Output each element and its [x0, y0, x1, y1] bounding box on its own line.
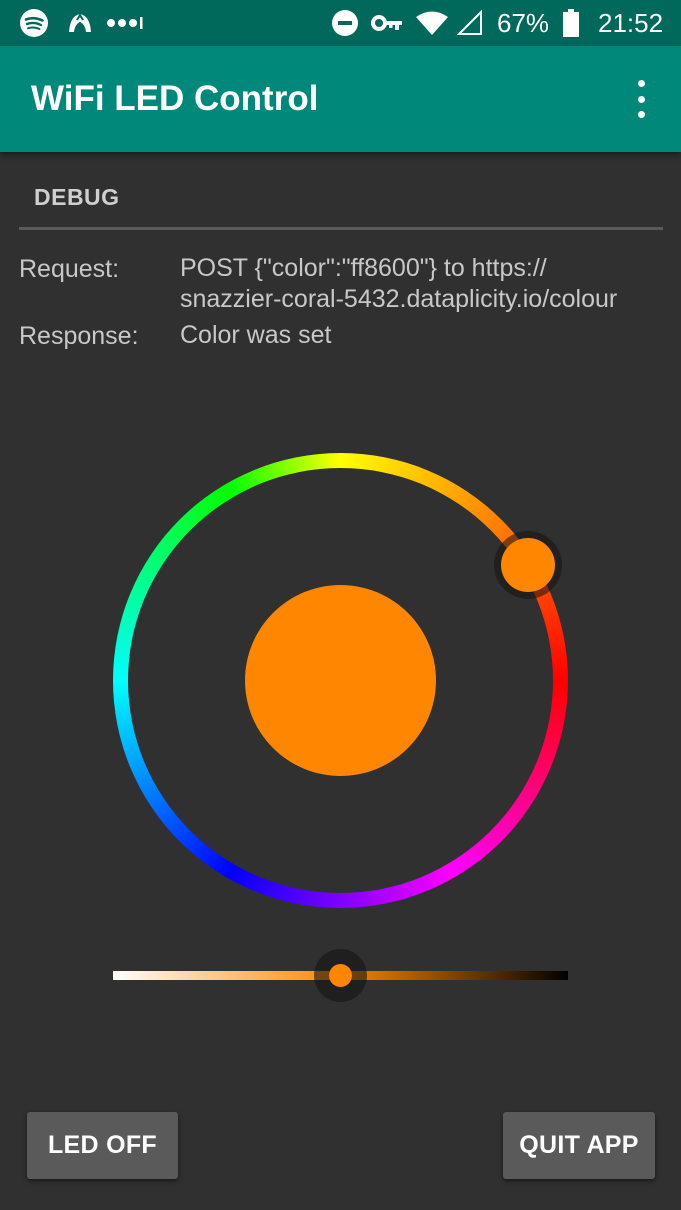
hue-knob[interactable]: [501, 538, 555, 592]
more-vert-icon[interactable]: [629, 80, 653, 118]
more-notifications-icon: [106, 0, 144, 46]
response-label: Response:: [19, 322, 139, 350]
clock: 21:52: [598, 8, 664, 38]
request-label: Request:: [19, 255, 120, 283]
led-off-button[interactable]: LED OFF: [27, 1112, 178, 1179]
cellular-signal-icon: [456, 0, 484, 46]
menu-dot: [637, 80, 645, 87]
debug-section-title: DEBUG: [34, 184, 120, 210]
brightness-slider-thumb[interactable]: [329, 964, 352, 987]
wifi-icon: [414, 0, 450, 46]
battery-icon: [561, 0, 581, 46]
menu-dot: [637, 95, 645, 103]
do-not-disturb-icon: [330, 0, 360, 46]
selected-color-swatch[interactable]: [245, 585, 436, 776]
notification-app-icon: [64, 0, 96, 46]
status-bar: 67% 21:52: [0, 0, 681, 46]
quit-app-button[interactable]: QUIT APP: [503, 1112, 655, 1179]
battery-percent: 67%: [497, 8, 550, 38]
response-value: Color was set: [180, 321, 332, 349]
app-bar: WiFi LED Control: [0, 46, 681, 152]
menu-dot: [637, 111, 645, 118]
vpn-key-icon: [371, 0, 403, 46]
spotify-icon: [18, 0, 50, 46]
request-value-line2: snazzier-coral-5432.dataplicity.io/colou…: [180, 285, 618, 313]
app-title: WiFi LED Control: [31, 79, 319, 118]
request-value-line1: POST {"color":"ff8600"} to https://: [180, 254, 547, 282]
section-divider: [19, 227, 663, 230]
